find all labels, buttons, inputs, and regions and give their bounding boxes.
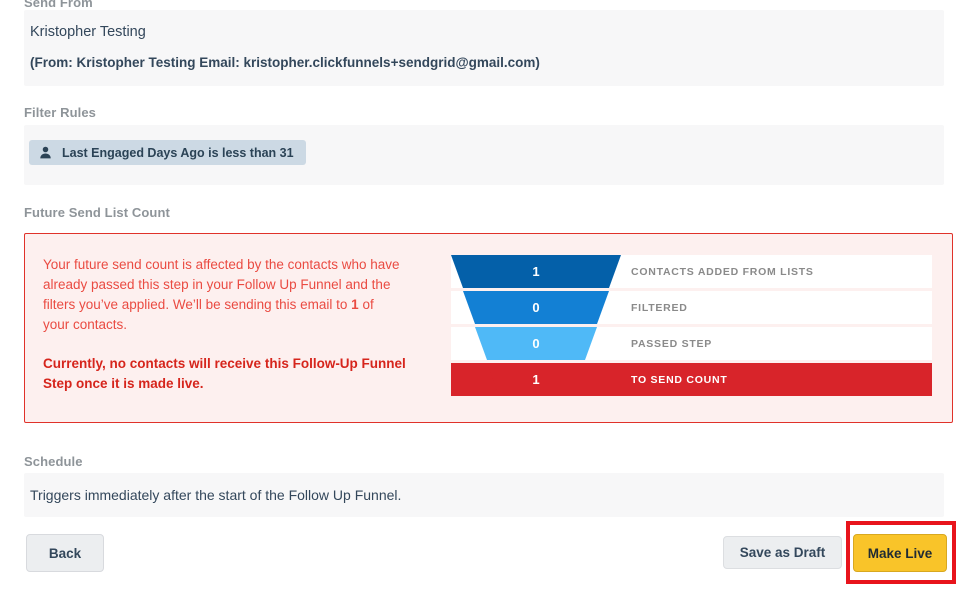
future-send-list-count-page: Send From Kristopher Testing (From: Kris… — [0, 0, 963, 597]
funnel-label-contacts-added: CONTACTS ADDED FROM LISTS — [631, 265, 814, 278]
schedule-label: Schedule — [24, 454, 83, 469]
funnel-row-filtered: 0 FILTERED — [451, 291, 953, 324]
future-send-alert-strong: Currently, no contacts will receive this… — [43, 356, 406, 391]
alert-paragraph-count: 1 — [351, 297, 359, 312]
send-from-label: Send From — [24, 0, 93, 10]
funnel-row-contacts-added: 1 CONTACTS ADDED FROM LISTS — [451, 255, 953, 288]
send-count-funnel-chart: 1 CONTACTS ADDED FROM LISTS 0 FILTERED 0… — [451, 255, 953, 400]
future-send-list-count-label: Future Send List Count — [24, 205, 170, 220]
send-from-panel — [24, 10, 944, 86]
funnel-value-filtered: 0 — [532, 300, 540, 315]
funnel-value-contacts-added: 1 — [532, 264, 540, 279]
send-from-email-line: (From: Kristopher Testing Email: kristop… — [30, 55, 540, 70]
filter-rule-chip[interactable]: Last Engaged Days Ago is less than 31 — [29, 140, 306, 165]
alert-paragraph-part1: Your future send count is affected by th… — [43, 257, 400, 312]
filter-rule-chip-label: Last Engaged Days Ago is less than 31 — [62, 145, 294, 160]
funnel-label-to-send-count: TO SEND COUNT — [631, 373, 728, 386]
funnel-row-passed-step: 0 PASSED STEP — [451, 327, 953, 360]
person-icon — [39, 146, 52, 159]
funnel-value-to-send-count: 1 — [532, 372, 540, 387]
funnel-label-filtered: FILTERED — [631, 301, 688, 314]
funnel-value-passed-step: 0 — [532, 336, 540, 351]
make-live-button[interactable]: Make Live — [853, 534, 947, 572]
save-as-draft-button[interactable]: Save as Draft — [723, 536, 842, 569]
future-send-alert-paragraph: Your future send count is affected by th… — [43, 255, 403, 335]
back-button[interactable]: Back — [26, 534, 104, 572]
funnel-row-to-send-count: 1 TO SEND COUNT — [451, 363, 953, 396]
filter-rules-label: Filter Rules — [24, 105, 96, 120]
funnel-label-passed-step: PASSED STEP — [631, 337, 712, 350]
schedule-text: Triggers immediately after the start of … — [30, 487, 402, 503]
send-from-name: Kristopher Testing — [30, 24, 146, 40]
